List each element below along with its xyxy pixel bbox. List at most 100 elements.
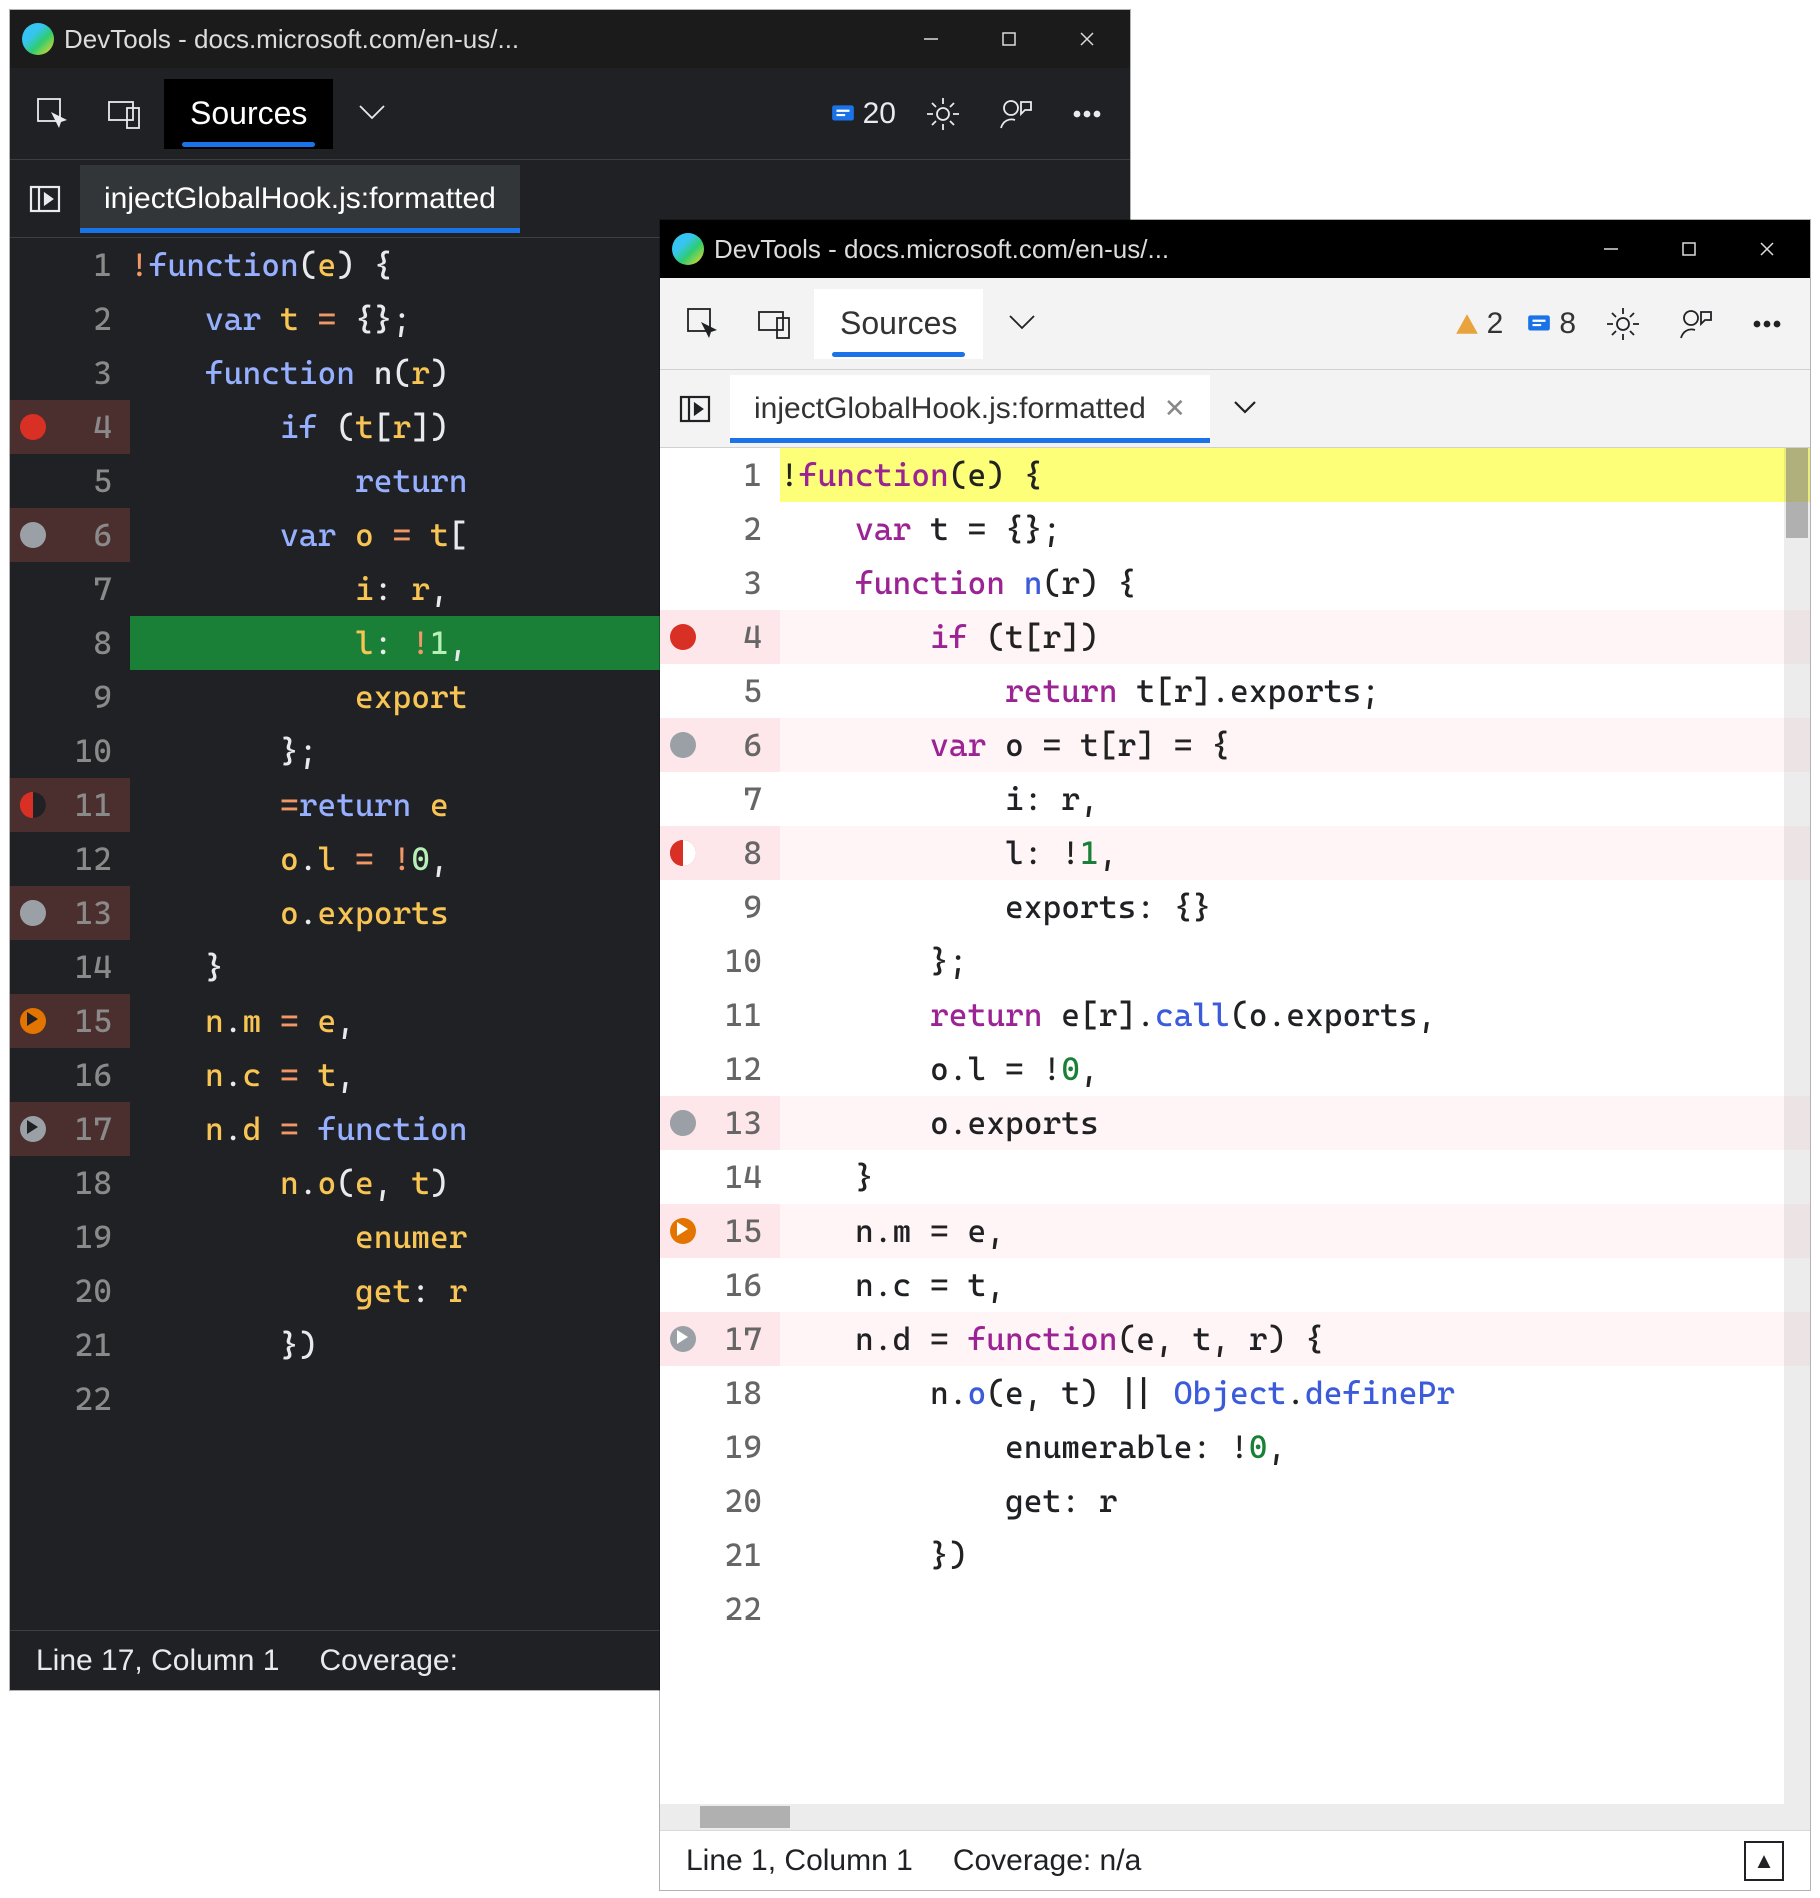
breakpoint-marker[interactable] [20,1008,46,1034]
breakpoint-gutter[interactable] [10,778,56,832]
breakpoint-gutter[interactable] [660,1312,706,1366]
breakpoint-gutter[interactable] [660,1150,706,1204]
navigator-toggle-icon[interactable] [660,370,730,447]
breakpoint-gutter[interactable] [660,1096,706,1150]
code-line[interactable]: 17 n.d = function(e, t, r) { [660,1312,1810,1366]
breakpoint-gutter[interactable] [660,502,706,556]
breakpoint-marker[interactable] [670,1326,696,1352]
breakpoint-gutter[interactable] [10,508,56,562]
code-line[interactable]: 6 var o = t[r] = { [660,718,1810,772]
inspect-element-icon[interactable] [20,81,86,147]
settings-icon[interactable] [910,81,976,147]
code-line[interactable]: 22 [660,1582,1810,1636]
breakpoint-gutter[interactable] [10,940,56,994]
file-tab[interactable]: injectGlobalHook.js:formatted ✕ [730,375,1210,443]
breakpoint-marker[interactable] [670,624,696,650]
console-errors-indicator[interactable]: 20 [821,97,904,131]
breakpoint-gutter[interactable] [10,994,56,1048]
line-text[interactable]: var o = t[r] = { [780,718,1810,772]
code-line[interactable]: 7 i: r, [660,772,1810,826]
line-text[interactable]: i: r, [780,772,1810,826]
breakpoint-gutter[interactable] [10,1156,56,1210]
more-file-tabs-icon[interactable] [1210,370,1280,447]
code-line[interactable]: 10 }; [660,934,1810,988]
vertical-scrollbar[interactable] [1784,448,1810,1830]
line-text[interactable]: exports: {} [780,880,1810,934]
line-text[interactable]: l: !1, [780,826,1810,880]
code-line[interactable]: 2 var t = {}; [660,502,1810,556]
breakpoint-gutter[interactable] [10,1210,56,1264]
line-text[interactable]: return t[r].exports; [780,664,1810,718]
breakpoint-gutter[interactable] [660,610,706,664]
breakpoint-gutter[interactable] [10,454,56,508]
breakpoint-gutter[interactable] [660,664,706,718]
code-line[interactable]: 14 } [660,1150,1810,1204]
breakpoint-gutter[interactable] [10,1318,56,1372]
window-close-button[interactable] [1728,220,1806,278]
window-close-button[interactable] [1048,10,1126,68]
line-text[interactable]: n.o(e, t) || Object.definePr [780,1366,1810,1420]
console-errors-indicator[interactable]: 8 [1517,307,1584,341]
breakpoint-gutter[interactable] [10,724,56,778]
line-text[interactable]: } [780,1150,1810,1204]
device-emulation-icon[interactable] [92,81,158,147]
breakpoint-gutter[interactable] [10,670,56,724]
breakpoint-gutter[interactable] [660,1366,706,1420]
line-text[interactable]: enumerable: !0, [780,1420,1810,1474]
console-warnings-indicator[interactable]: 2 [1445,307,1512,341]
breakpoint-marker[interactable] [20,414,46,440]
titlebar[interactable]: DevTools - docs.microsoft.com/en-us/... [660,220,1810,278]
code-line[interactable]: 9 exports: {} [660,880,1810,934]
breakpoint-marker[interactable] [670,840,696,866]
titlebar[interactable]: DevTools - docs.microsoft.com/en-us/... [10,10,1130,68]
line-text[interactable]: function n(r) { [780,556,1810,610]
more-options-icon[interactable] [1054,81,1120,147]
code-line[interactable]: 15 n.m = e, [660,1204,1810,1258]
code-line[interactable]: 13 o.exports [660,1096,1810,1150]
breakpoint-gutter[interactable] [10,562,56,616]
breakpoint-marker[interactable] [20,1116,46,1142]
breakpoint-gutter[interactable] [10,1372,56,1426]
navigator-toggle-icon[interactable] [10,160,80,237]
line-text[interactable]: }) [780,1528,1810,1582]
inspect-element-icon[interactable] [670,291,736,357]
breakpoint-gutter[interactable] [660,826,706,880]
breakpoint-marker[interactable] [670,732,696,758]
breakpoint-gutter[interactable] [10,832,56,886]
code-line[interactable]: 1 !function(e) { [660,448,1810,502]
line-text[interactable]: n.d = function(e, t, r) { [780,1312,1810,1366]
horizontal-scrollbar[interactable] [660,1804,1784,1830]
breakpoint-gutter[interactable] [10,616,56,670]
line-text[interactable]: n.c = t, [780,1258,1810,1312]
line-text[interactable]: !function(e) { [780,448,1810,502]
code-line[interactable]: 3 function n(r) { [660,556,1810,610]
code-line[interactable]: 8 l: !1, [660,826,1810,880]
code-editor[interactable]: 1 !function(e) { 2 var t = {}; 3 functio… [660,448,1810,1830]
breakpoint-gutter[interactable] [660,556,706,610]
settings-icon[interactable] [1590,291,1656,357]
line-text[interactable]: return e[r].call(o.exports, [780,988,1810,1042]
breakpoint-gutter[interactable] [10,292,56,346]
breakpoint-gutter[interactable] [10,1048,56,1102]
window-minimize-button[interactable] [892,10,970,68]
feedback-icon[interactable] [982,81,1048,147]
code-line[interactable]: 20 get: r [660,1474,1810,1528]
line-text[interactable]: get: r [780,1474,1810,1528]
breakpoint-gutter[interactable] [660,1528,706,1582]
breakpoint-gutter[interactable] [660,448,706,502]
breakpoint-gutter[interactable] [10,1264,56,1318]
breakpoint-gutter[interactable] [660,1582,706,1636]
code-line[interactable]: 21 }) [660,1528,1810,1582]
device-emulation-icon[interactable] [742,291,808,357]
breakpoint-gutter[interactable] [10,886,56,940]
line-text[interactable] [780,1582,1810,1636]
code-line[interactable]: 11 return e[r].call(o.exports, [660,988,1810,1042]
line-text[interactable]: }; [780,934,1810,988]
breakpoint-gutter[interactable] [660,880,706,934]
code-line[interactable]: 5 return t[r].exports; [660,664,1810,718]
breakpoint-gutter[interactable] [660,988,706,1042]
code-line[interactable]: 19 enumerable: !0, [660,1420,1810,1474]
breakpoint-gutter[interactable] [10,1102,56,1156]
breakpoint-marker[interactable] [20,900,46,926]
tab-sources[interactable]: Sources [164,79,333,149]
